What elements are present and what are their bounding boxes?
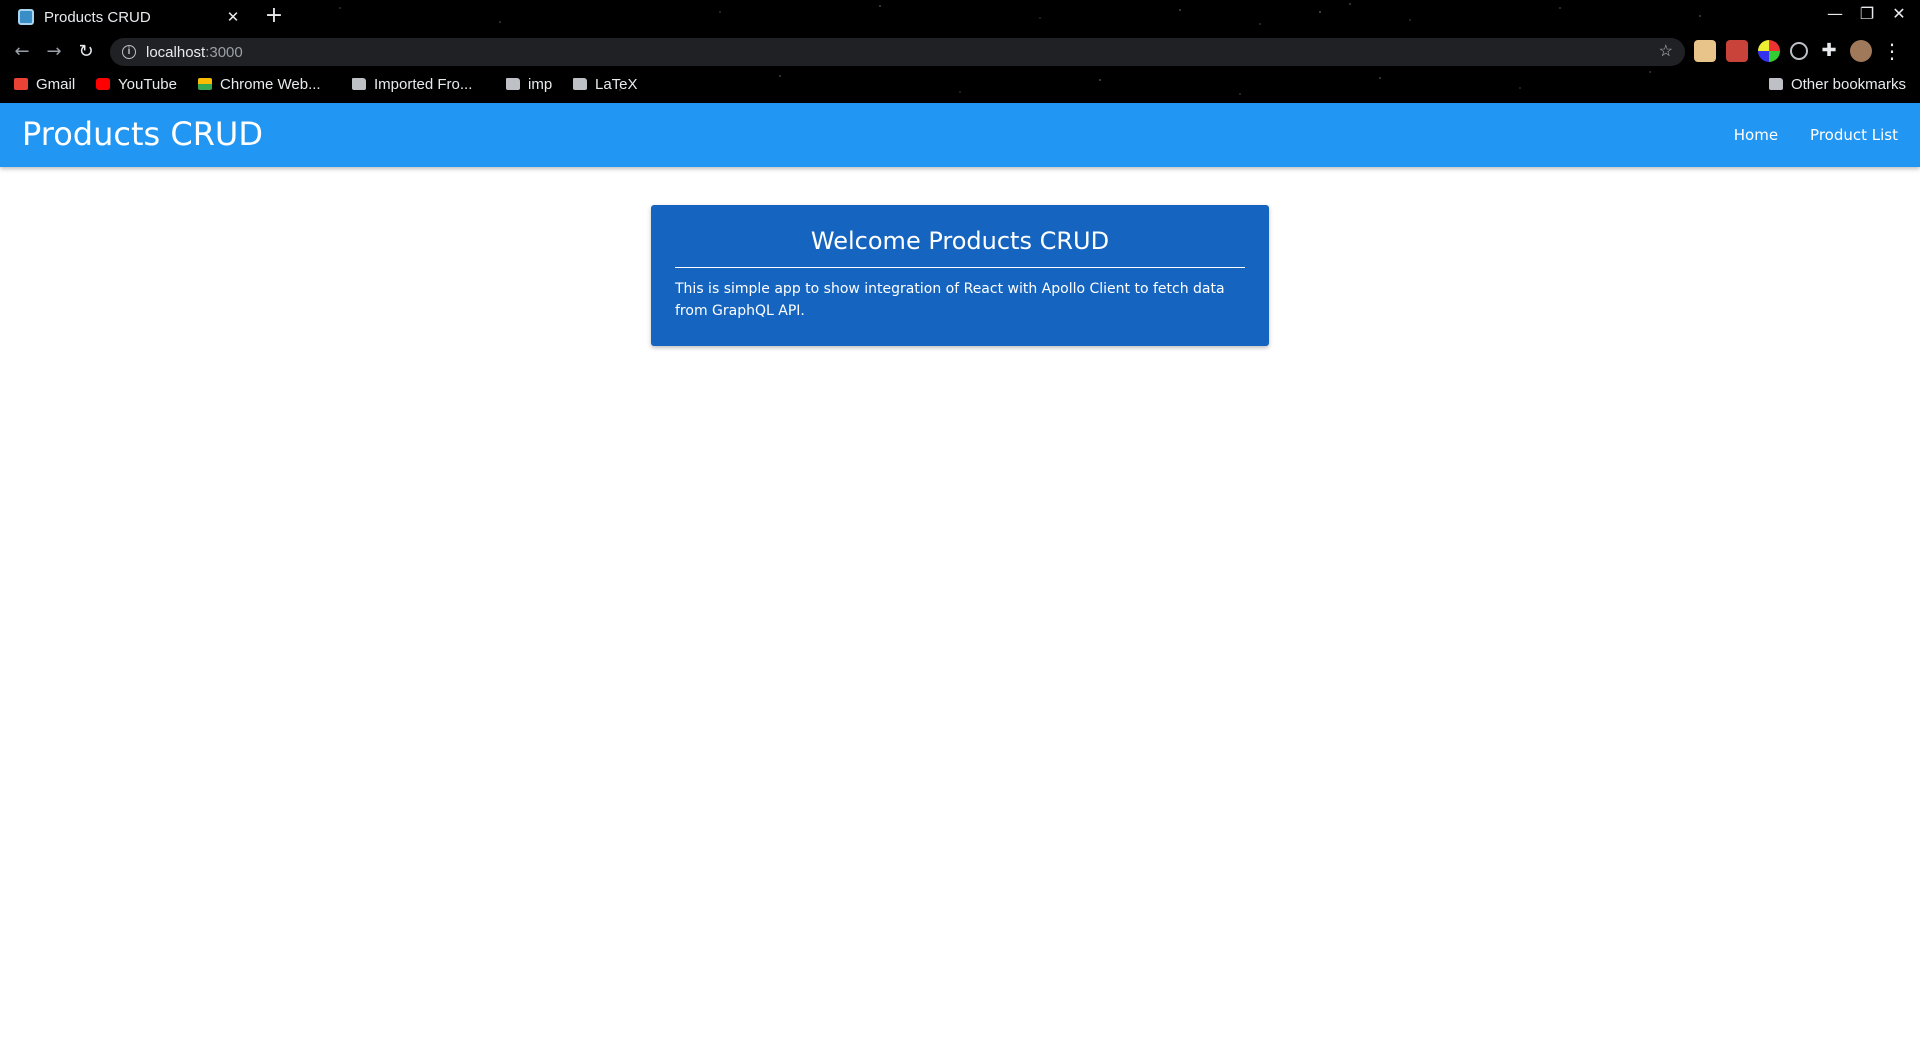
bookmark-label: Gmail bbox=[36, 75, 76, 93]
bookmark-folder-latex[interactable]: LaTeX bbox=[573, 72, 638, 96]
extension-icon[interactable] bbox=[1726, 40, 1748, 62]
welcome-title: Welcome Products CRUD bbox=[675, 227, 1245, 268]
main-nav: Home Product List bbox=[1734, 103, 1898, 167]
bookmark-chrome-web-store[interactable]: Chrome Web... bbox=[198, 72, 321, 96]
more-menu-icon[interactable]: ⋮ bbox=[1882, 40, 1902, 62]
folder-icon bbox=[506, 78, 520, 90]
welcome-card: Welcome Products CRUD This is simple app… bbox=[651, 205, 1269, 346]
folder-icon bbox=[1768, 78, 1783, 90]
gmail-icon bbox=[14, 78, 28, 90]
bookmarks-bar: Gmail YouTube Chrome Web... Imported Fro… bbox=[0, 72, 1920, 96]
other-bookmarks[interactable]: Other bookmarks bbox=[1768, 72, 1906, 96]
bookmark-folder-imp[interactable]: imp bbox=[506, 72, 552, 96]
color-picker-extension-icon[interactable] bbox=[1758, 40, 1780, 62]
folder-icon bbox=[573, 78, 587, 90]
brand-title[interactable]: Products CRUD bbox=[22, 115, 263, 153]
puzzle-extensions-icon[interactable]: ✚ bbox=[1818, 40, 1840, 62]
bookmark-label: Imported Fro... bbox=[374, 75, 473, 93]
restore-icon[interactable]: ❐ bbox=[1858, 4, 1876, 23]
bookmark-star-icon[interactable]: ☆ bbox=[1659, 41, 1673, 61]
browser-chrome: Products CRUD ✕ + — ❐ ✕ ← → ↻ i localhos… bbox=[0, 0, 1920, 103]
bookmark-label: YouTube bbox=[118, 75, 177, 93]
app-bar: Products CRUD Home Product List bbox=[0, 103, 1920, 167]
url-port: :3000 bbox=[205, 43, 243, 61]
react-icon bbox=[18, 9, 34, 25]
browser-toolbar: ← → ↻ i localhost :3000 ☆ ✚ ⋮ bbox=[0, 36, 1920, 68]
welcome-text: This is simple app to show integration o… bbox=[675, 281, 1225, 319]
youtube-icon bbox=[96, 78, 110, 90]
nav-home-link[interactable]: Home bbox=[1734, 126, 1778, 144]
bookmark-folder-imported[interactable]: Imported Fro... bbox=[352, 72, 472, 96]
info-icon[interactable]: i bbox=[122, 45, 136, 59]
url-host: localhost bbox=[146, 43, 206, 61]
bookmark-label: Chrome Web... bbox=[220, 75, 321, 93]
close-window-icon[interactable]: ✕ bbox=[1890, 4, 1908, 23]
back-icon[interactable]: ← bbox=[8, 38, 36, 66]
extension-icon[interactable] bbox=[1694, 40, 1716, 62]
bookmark-label: imp bbox=[528, 75, 553, 93]
bookmark-youtube[interactable]: YouTube bbox=[96, 72, 177, 96]
bookmark-gmail[interactable]: Gmail bbox=[14, 72, 75, 96]
chrome-webstore-icon bbox=[198, 78, 212, 90]
close-tab-icon[interactable]: ✕ bbox=[224, 8, 242, 26]
browser-tab[interactable]: Products CRUD ✕ bbox=[8, 0, 252, 34]
window-controls: — ❐ ✕ bbox=[1826, 4, 1908, 23]
minimize-icon[interactable]: — bbox=[1826, 4, 1844, 23]
address-bar[interactable]: i localhost :3000 ☆ bbox=[110, 38, 1685, 66]
folder-icon bbox=[352, 78, 366, 90]
new-tab-button[interactable]: + bbox=[262, 4, 286, 28]
bookmark-label: Other bookmarks bbox=[1790, 75, 1906, 93]
tab-title: Products CRUD bbox=[44, 8, 151, 26]
bookmark-label: LaTeX bbox=[595, 75, 638, 93]
forward-icon[interactable]: → bbox=[40, 38, 68, 66]
extensions-area: ✚ ⋮ bbox=[1694, 40, 1902, 62]
profile-avatar[interactable] bbox=[1850, 40, 1872, 62]
nav-product-list-link[interactable]: Product List bbox=[1810, 126, 1898, 144]
reload-icon[interactable]: ↻ bbox=[72, 38, 100, 66]
extension-icon[interactable] bbox=[1790, 42, 1808, 60]
